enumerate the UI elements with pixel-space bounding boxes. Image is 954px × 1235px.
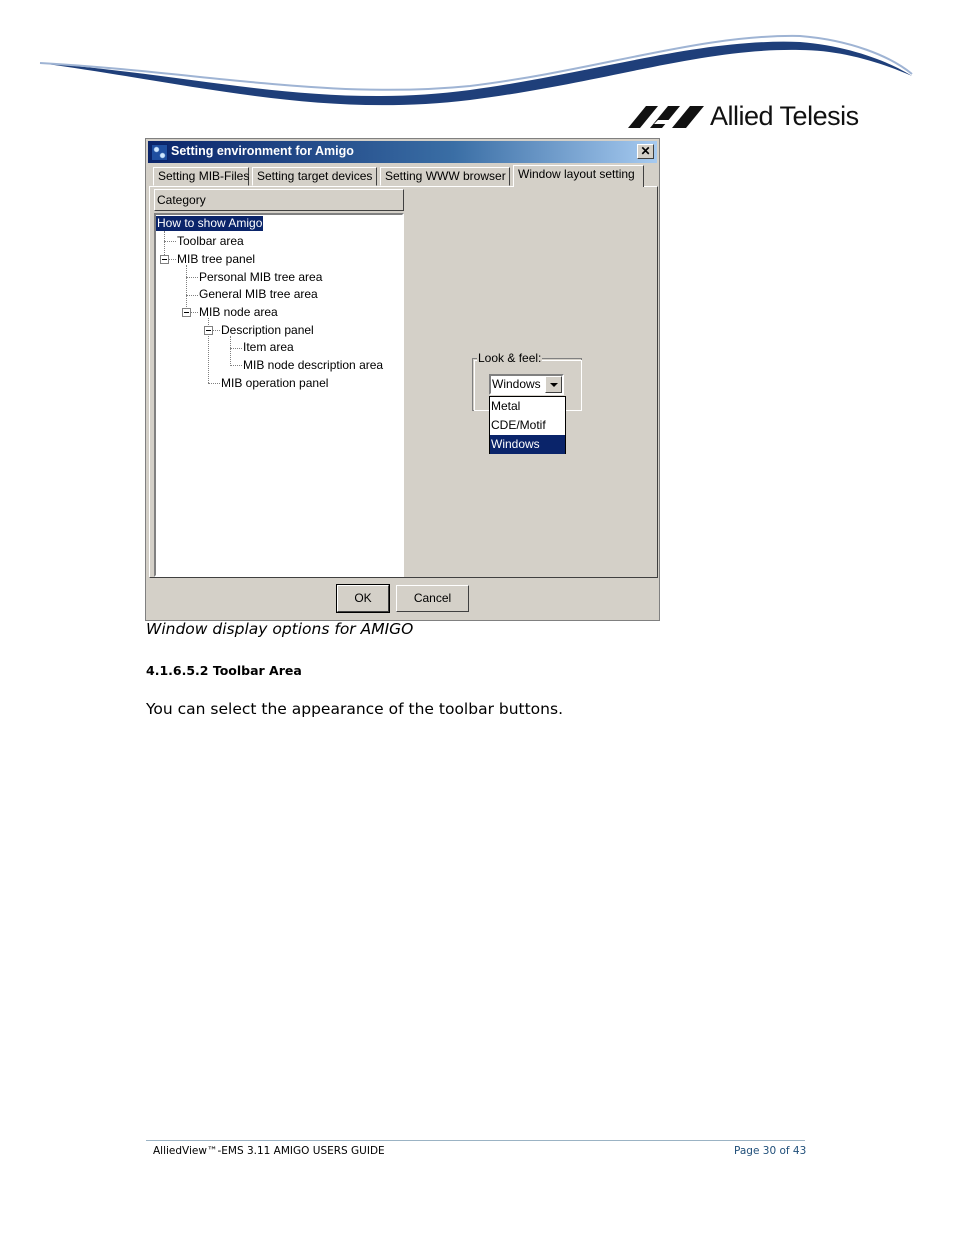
tree-item-mib-operation-panel[interactable]: MIB operation panel [220,376,329,391]
dialog-title: Setting environment for Amigo [171,144,354,158]
option-windows[interactable]: Windows [490,435,565,454]
tree-item-mib-tree-panel[interactable]: MIB tree panel [176,252,256,267]
tree-item-general-mib-tree-area[interactable]: General MIB tree area [198,287,319,302]
tree-connector [164,241,176,242]
tree-item-mib-node-area[interactable]: MIB node area [198,305,279,320]
look-and-feel-label: Look & feel: [477,350,543,366]
tree-connector [186,277,198,278]
tab-setting-www-browser[interactable]: Setting WWW browser [380,167,510,186]
tree-connector [186,295,198,296]
tree-connector [230,336,231,366]
settings-dialog: Setting environment for Amigo ✕ Setting … [145,138,660,621]
tree-connector [213,330,220,331]
tab-setting-target-devices[interactable]: Setting target devices [252,167,377,186]
category-tree: How to show Amigo Toolbar area MIB tree … [154,213,404,577]
footer-divider [146,1140,805,1141]
footer-guide-title: AlliedView™-EMS 3.11 AMIGO USERS GUIDE [153,1145,385,1157]
tree-item-toolbar-area[interactable]: Toolbar area [176,234,245,249]
collapse-toggle-icon[interactable] [204,326,213,335]
footer-page-number: Page 30 of 43 [734,1145,807,1157]
logo-text: Allied Telesis [710,101,859,131]
ok-button[interactable]: OK [336,584,390,613]
option-metal[interactable]: Metal [490,397,565,416]
look-and-feel-combo[interactable]: Windows [489,374,564,395]
tree-item-personal-mib-tree-area[interactable]: Personal MIB tree area [198,270,323,285]
tree-item-description-panel[interactable]: Description panel [220,323,315,338]
tree-connector [208,383,220,384]
look-and-feel-dropdown: Metal CDE/Motif Windows [489,396,566,454]
tree-connector [169,259,176,260]
tree-connector [186,265,187,313]
tree-item-item-area[interactable]: Item area [242,340,295,355]
figure-caption: Window display options for AMIGO [146,620,414,638]
tree-connector [230,348,242,349]
app-icon [151,144,168,161]
chevron-down-icon[interactable] [545,376,562,393]
allied-telesis-logo: Allied Telesis [628,100,868,136]
section-heading: 4.1.6.5.2 Toolbar Area [146,663,302,678]
close-button[interactable]: ✕ [637,144,654,159]
category-header: Category [154,189,404,211]
tree-item-how-to-show-amigo[interactable]: How to show Amigo [156,216,264,231]
collapse-toggle-icon[interactable] [160,255,169,264]
tree-connector [230,365,242,366]
tree-connector [191,312,198,313]
option-cde-motif[interactable]: CDE/Motif [490,416,565,435]
dialog-titlebar[interactable]: Setting environment for Amigo ✕ [148,141,657,163]
tree-item-mib-node-description-area[interactable]: MIB node description area [242,358,384,373]
cancel-button[interactable]: Cancel [396,585,469,612]
body-paragraph: You can select the appearance of the too… [146,700,563,718]
collapse-toggle-icon[interactable] [182,308,191,317]
tab-setting-mib-files[interactable]: Setting MIB-Files [153,167,249,186]
logo-mark-icon [628,106,704,128]
tab-window-layout-setting[interactable]: Window layout setting [513,165,644,187]
look-and-feel-value: Windows [492,377,541,391]
